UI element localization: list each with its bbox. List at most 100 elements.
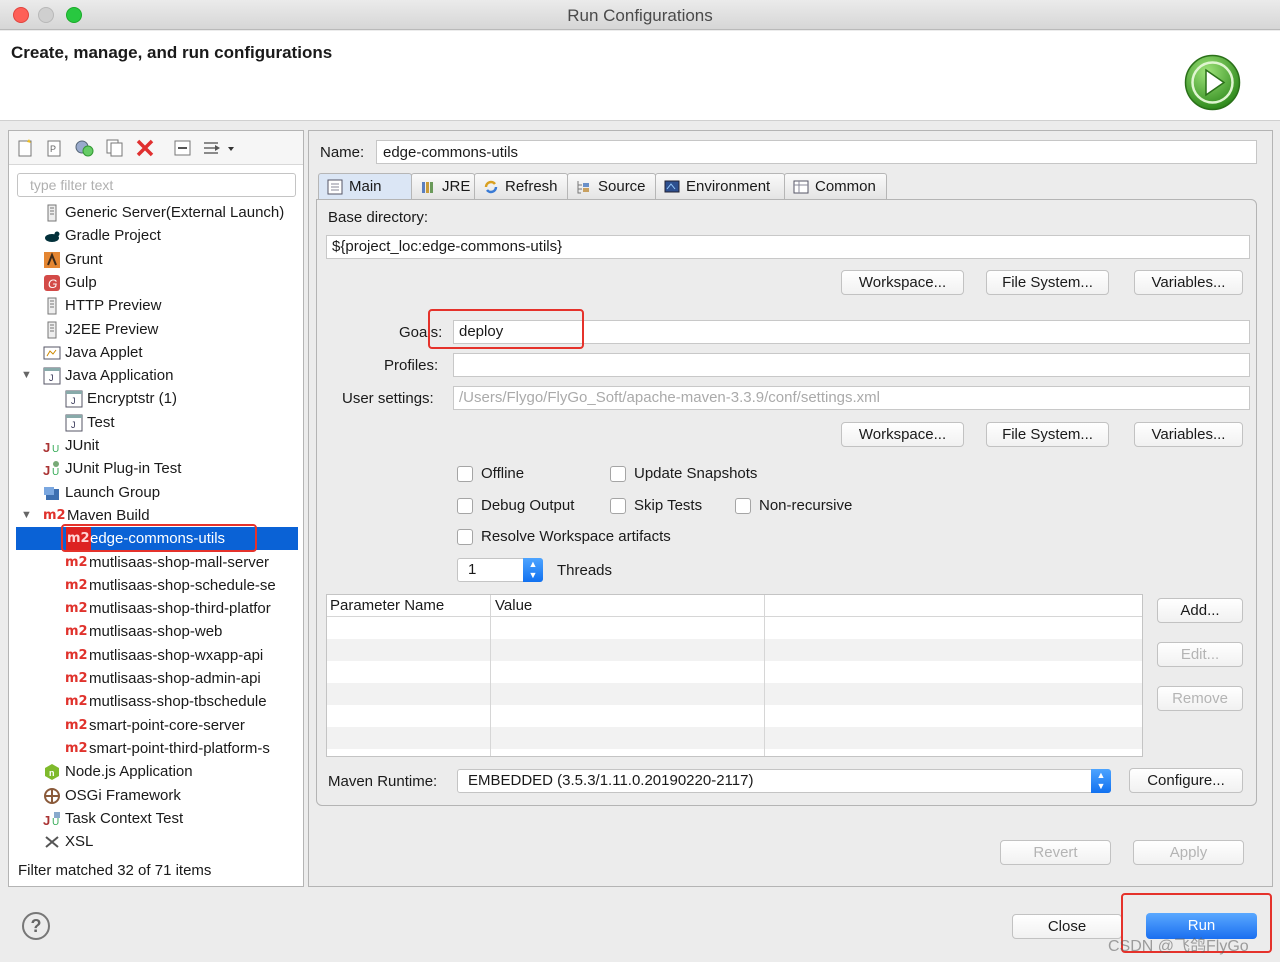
tree-item[interactable]: J U JUnit Plug-in Test	[15, 457, 299, 480]
tree-item-label: mutlisaas-shop-web	[89, 623, 223, 641]
tree-item[interactable]: G Gulp	[15, 271, 299, 294]
tree-item[interactable]: HTTP Preview	[15, 294, 299, 317]
tree-item[interactable]: m2 mutlisaas-shop-mall-server	[15, 551, 299, 574]
tree-item[interactable]: J Encryptstr (1)	[15, 387, 299, 410]
apply-button[interactable]: Apply	[1133, 840, 1244, 865]
new-config-icon[interactable]	[15, 137, 37, 159]
table-row[interactable]	[327, 727, 1142, 749]
non-recursive-checkbox[interactable]	[735, 498, 751, 514]
tab-refresh[interactable]: Refresh	[474, 173, 568, 200]
threads-value: 1	[468, 561, 477, 578]
tree-item[interactable]: m2 mutlisaas-shop-schedule-se	[15, 574, 299, 597]
table-row[interactable]	[327, 683, 1142, 705]
edit-parameter-button[interactable]: Edit...	[1157, 642, 1243, 667]
svg-text:U: U	[52, 817, 59, 828]
tab-environment[interactable]: Environment	[655, 173, 785, 200]
svg-text:J: J	[71, 396, 76, 406]
tree-item[interactable]: m2 mutlisaas-shop-third-platfor	[15, 597, 299, 620]
table-row[interactable]	[327, 617, 1142, 639]
tree-item-label: Test	[87, 413, 115, 431]
non-recursive-label: Non-recursive	[759, 497, 853, 514]
tree-item[interactable]: m2 mutlisaas-shop-admin-api	[15, 667, 299, 690]
column-parameter-name[interactable]: Parameter Name	[330, 597, 444, 614]
tree-item[interactable]: ▼ J Java Application	[15, 364, 299, 387]
svg-text:U: U	[52, 467, 59, 478]
maven-runtime-value: EMBEDDED (3.5.3/1.11.0.20190220-2117)	[468, 772, 754, 789]
tab-main[interactable]: Main	[318, 173, 412, 200]
configuration-tree: Generic Server(External Launch) Gradle Pr…	[15, 201, 299, 851]
grunt-icon	[44, 251, 60, 268]
maven-runtime-label: Maven Runtime:	[328, 773, 438, 790]
parameters-table[interactable]: Parameter Name Value	[326, 594, 1143, 757]
filesystem-button-2[interactable]: File System...	[986, 422, 1109, 447]
tree-item[interactable]: m2 mutlisaas-shop-web	[15, 620, 299, 643]
variables-button-2[interactable]: Variables...	[1134, 422, 1243, 447]
skip-tests-checkbox[interactable]	[610, 498, 626, 514]
revert-button[interactable]: Revert	[1000, 840, 1111, 865]
svg-text:P: P	[50, 144, 56, 154]
expand-arrow-icon[interactable]: ▼	[21, 364, 32, 387]
tree-item[interactable]: m2 mutlisass-shop-tbschedule	[15, 690, 299, 713]
export-config-icon[interactable]	[73, 137, 95, 159]
maven-runtime-select[interactable]: EMBEDDED (3.5.3/1.11.0.20190220-2117) ▲ ▼	[457, 769, 1111, 793]
environment-icon	[664, 180, 680, 193]
tree-item[interactable]: Generic Server(External Launch)	[15, 201, 299, 224]
tree-item[interactable]: n Node.js Application	[15, 760, 299, 783]
remove-parameter-button[interactable]: Remove	[1157, 686, 1243, 711]
duplicate-icon[interactable]	[104, 137, 126, 159]
update-snapshots-checkbox[interactable]	[610, 466, 626, 482]
user-settings-input[interactable]: /Users/Flygo/FlyGo_Soft/apache-maven-3.3…	[453, 386, 1250, 410]
tab-jre[interactable]: JRE	[411, 173, 475, 200]
table-row[interactable]	[327, 661, 1142, 683]
variables-button-1[interactable]: Variables...	[1134, 270, 1243, 295]
name-input[interactable]: edge-commons-utils	[376, 140, 1257, 164]
expand-arrow-icon[interactable]: ▼	[21, 504, 32, 527]
offline-checkbox[interactable]	[457, 466, 473, 482]
tree-item[interactable]: Java Applet	[15, 341, 299, 364]
tree-item[interactable]: J Test	[15, 411, 299, 434]
workspace-button-1[interactable]: Workspace...	[841, 270, 964, 295]
collapse-all-icon[interactable]	[172, 137, 194, 159]
tree-item[interactable]: J U Task Context Test	[15, 807, 299, 830]
tree-item[interactable]: J2EE Preview	[15, 318, 299, 341]
table-row[interactable]	[327, 705, 1142, 727]
threads-spinner[interactable]: 1 ▲ ▼	[457, 558, 543, 582]
tree-item[interactable]: m2 smart-point-core-server	[15, 714, 299, 737]
tree-item[interactable]: XSL	[15, 830, 299, 851]
tree-item-label: Java Applet	[65, 343, 143, 361]
tab-common[interactable]: Common	[784, 173, 887, 200]
new-prototype-icon[interactable]: P	[44, 137, 66, 159]
workspace-button-2[interactable]: Workspace...	[841, 422, 964, 447]
select-arrows-icon[interactable]: ▲ ▼	[1091, 769, 1111, 793]
close-button[interactable]: Close	[1012, 914, 1122, 939]
resolve-workspace-checkbox[interactable]	[457, 529, 473, 545]
java-file-icon: J	[65, 414, 83, 432]
column-value[interactable]: Value	[495, 597, 532, 614]
filter-menu-icon[interactable]	[201, 137, 237, 159]
tree-item[interactable]: J U JUnit	[15, 434, 299, 457]
gulp-icon: G	[44, 274, 60, 291]
tree-item[interactable]: Grunt	[15, 248, 299, 271]
debug-output-checkbox[interactable]	[457, 498, 473, 514]
delete-icon[interactable]	[134, 137, 156, 159]
tree-item-label: HTTP Preview	[65, 297, 162, 315]
resolve-workspace-label: Resolve Workspace artifacts	[481, 528, 671, 545]
base-directory-input[interactable]: ${project_loc:edge-commons-utils}	[326, 235, 1250, 259]
tree-item[interactable]: m2 mutlisaas-shop-wxapp-api	[15, 644, 299, 667]
profiles-input[interactable]	[453, 353, 1250, 377]
tree-item-label: Launch Group	[65, 483, 161, 501]
filter-input[interactable]: type filter text	[17, 173, 296, 197]
configure-button[interactable]: Configure...	[1129, 768, 1243, 793]
tree-item[interactable]: Gradle Project	[15, 224, 299, 247]
tab-source[interactable]: Source	[567, 173, 656, 200]
tree-item[interactable]: m2 smart-point-third-platform-s	[15, 737, 299, 760]
name-label: Name:	[320, 144, 365, 161]
filesystem-button-1[interactable]: File System...	[986, 270, 1109, 295]
tree-item[interactable]: OSGi Framework	[15, 784, 299, 807]
spinner-arrows-icon[interactable]: ▲ ▼	[523, 558, 543, 582]
table-row[interactable]	[327, 639, 1142, 661]
help-icon[interactable]: ?	[22, 912, 50, 940]
tree-item-label: Encryptstr (1)	[87, 390, 178, 408]
add-parameter-button[interactable]: Add...	[1157, 598, 1243, 623]
tree-item[interactable]: Launch Group	[15, 481, 299, 504]
